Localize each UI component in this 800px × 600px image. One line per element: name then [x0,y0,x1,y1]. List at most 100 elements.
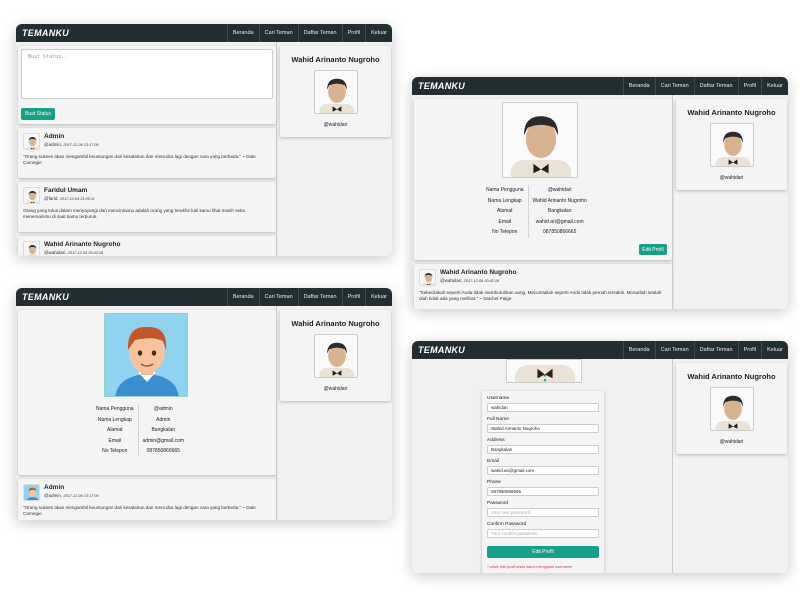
sidebar-profile-card: Wahid Arinanto Nugroho @wahidari [280,310,391,401]
post-card: Faridul Umam @farid, 2017-12-09 21:00:11… [18,182,276,232]
nav-beranda[interactable]: Beranda [226,24,259,42]
address-field[interactable]: Bangkalan [487,445,599,454]
profile-name: Wahid Arinanto Nugroho [687,372,776,381]
profile-name: Wahid Arinanto Nugroho [291,319,380,328]
profile-avatar[interactable] [710,387,754,431]
divider [672,95,673,309]
username-field[interactable]: wahidari [487,403,599,412]
sidebar-profile-card: Wahid Arinanto Nugroho @wahidari [676,99,787,190]
my-profile-window: TEMANKU Beranda Cari Teman Daftar Teman … [412,77,788,309]
post-text: Orang yang tulus dalam menyayangi dan me… [23,208,245,219]
nav-daftar-teman[interactable]: Daftar Teman [297,24,342,42]
friend-profile-window: TEMANKU Beranda Cari Teman Daftar Teman … [16,288,392,520]
nav-cari-teman[interactable]: Cari Teman [654,341,694,359]
email-field[interactable]: wahid.ari@gmail.com [487,466,599,475]
nav-cari-teman[interactable]: Cari Teman [654,77,694,95]
nav-menu: Beranda Cari Teman Daftar Teman Profil K… [226,288,392,306]
post-author[interactable]: Admin [44,484,64,491]
brand-logo[interactable]: TEMANKU [16,292,69,302]
nav-cari-teman[interactable]: Cari Teman [258,24,298,42]
friend-info-table: Nama Pengguna @admin Nama Lengkap Admin Al… [92,404,188,457]
avatar [23,133,40,150]
nav-profil[interactable]: Profil [737,341,762,359]
nav-profil[interactable]: Profil [341,24,366,42]
password-label: Password [487,501,509,506]
post-author[interactable]: Admin [44,133,64,140]
home-window: TEMANKU Beranda Cari Teman Daftar Teman … [16,24,392,256]
avatar [419,269,436,286]
sidebar-profile-card: Wahid Arinanto Nugroho @wahidari [676,363,787,454]
nav-daftar-teman[interactable]: Daftar Teman [693,341,738,359]
my-profile-card: Nama Pengguna @wahidari Nama Lengkap Wahid… [414,99,672,260]
post-meta: @farid, 2017-12-09 21:00:11 [44,196,95,201]
profile-name: Wahid Arinanto Nugroho [291,55,380,64]
nav-keluar[interactable]: Keluar [365,24,392,42]
post-text: "Orang sukses akan mengambil keuntungan … [23,505,256,516]
nav-beranda[interactable]: Beranda [226,288,259,306]
profile-name: Wahid Arinanto Nugroho [687,108,776,117]
email-label: Email [487,459,499,464]
nav-cari-teman[interactable]: Cari Teman [258,288,298,306]
post-card: Wahid Arinanto Nugroho @wahidari, 2017-1… [414,264,672,309]
post-author[interactable]: Wahid Arinanto Nugroho [440,269,516,276]
edit-profile-button[interactable]: Edit Profil [639,244,667,255]
confirm-password-field[interactable]: Your confirm password.. [487,529,599,538]
divider [276,42,277,256]
nav-daftar-teman[interactable]: Daftar Teman [693,77,738,95]
fullname-label: Full Name [487,417,509,422]
nav-keluar[interactable]: Keluar [365,288,392,306]
nav-profil[interactable]: Profil [737,77,762,95]
post-card: Admin @admin, 2017-12-06 13:17:00 "Orang… [18,479,276,520]
divider [672,359,673,573]
avatar [23,241,40,256]
brand-logo[interactable]: TEMANKU [16,28,69,38]
phone-field[interactable]: 087850866665 [487,487,599,496]
profile-avatar[interactable] [314,70,358,114]
friend-avatar [104,313,188,397]
profile-username: @wahidari [323,386,348,392]
status-card: Buat Status.. Buat Status [18,46,276,124]
nav-menu: Beranda Cari Teman Daftar Teman Profil K… [622,341,788,359]
confirm-password-label: Confirm Password [487,522,527,527]
edit-profile-form: Username wahidari Full Name Wahid Arinan… [482,391,604,573]
brand-logo[interactable]: TEMANKU [412,345,465,355]
post-author[interactable]: Faridul Umam [44,187,87,194]
post-meta: @admin, 2017-12-06 13:17:00 [44,142,99,147]
post-author[interactable]: Wahid Arinanto Nugroho [44,241,120,248]
nav-menu: Beranda Cari Teman Daftar Teman Profil K… [622,77,788,95]
submit-edit-button[interactable]: Edit Profil [487,546,599,558]
profile-avatar[interactable] [314,334,358,378]
nav-profil[interactable]: Profil [341,288,366,306]
status-input[interactable]: Buat Status.. [21,49,273,99]
nav-beranda[interactable]: Beranda [622,341,655,359]
post-text: "Sekecilakah seperti Anda tidak membutuh… [419,290,662,301]
brand-logo[interactable]: TEMANKU [412,81,465,91]
my-avatar-partial [506,359,582,383]
post-meta: @admin, 2017-12-06 13:17:00 [44,493,99,498]
nav-menu: Beranda Cari Teman Daftar Teman Profil K… [226,24,392,42]
address-label: Address [487,438,505,443]
navbar: TEMANKU Beranda Cari Teman Daftar Teman … [412,77,788,95]
phone-label: Phone [487,480,501,485]
post-status-button[interactable]: Buat Status [21,108,55,120]
fullname-field[interactable]: Wahid Arinanto Nugroho [487,424,599,433]
navbar: TEMANKU Beranda Cari Teman Daftar Teman … [16,288,392,306]
password-field[interactable]: Your new password.. [487,508,599,517]
nav-keluar[interactable]: Keluar [761,77,788,95]
avatar [23,187,40,204]
nav-keluar[interactable]: Keluar [761,341,788,359]
profile-avatar[interactable] [710,123,754,167]
navbar: TEMANKU Beranda Cari Teman Daftar Teman … [412,341,788,359]
post-meta: @wahidari, 2017-12-09 20:42:16 [440,278,500,283]
nav-beranda[interactable]: Beranda [622,77,655,95]
divider [276,306,277,520]
nav-daftar-teman[interactable]: Daftar Teman [297,288,342,306]
post-card: Admin @admin, 2017-12-06 13:17:00 "Orang… [18,128,276,178]
post-meta: @wahidari, 2017-12-09 20:42:16 [44,250,104,255]
my-avatar [502,102,578,178]
sidebar-profile-card: Wahid Arinanto Nugroho @wahidari [280,46,391,137]
post-card: Wahid Arinanto Nugroho @wahidari, 2017-1… [18,236,276,256]
form-note: * untuk edit profil anda harus mengganti… [487,565,573,569]
my-info-table: Nama Pengguna @wahidari Nama Lengkap Wahid… [482,185,591,238]
post-text: "Orang sukses akan mengambil keuntungan … [23,154,256,165]
